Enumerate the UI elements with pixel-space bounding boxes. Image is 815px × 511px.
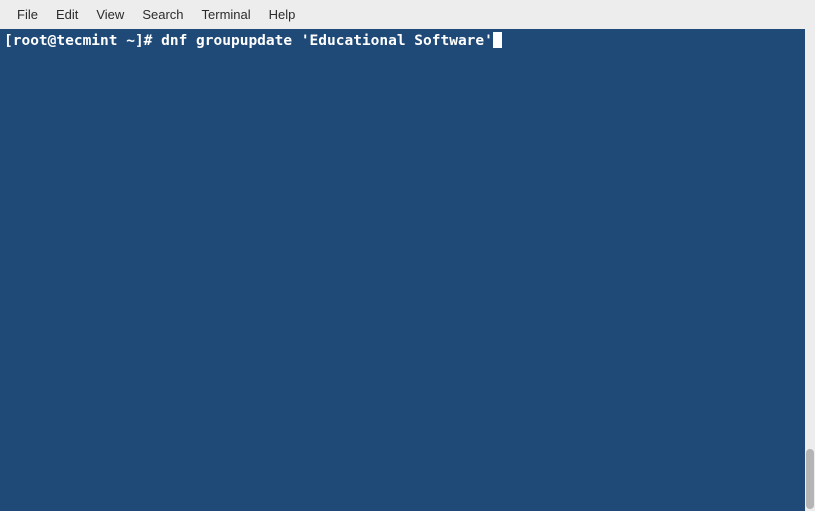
scrollbar-thumb[interactable] xyxy=(806,449,814,509)
cursor-block xyxy=(493,32,502,48)
menu-edit[interactable]: Edit xyxy=(47,3,87,26)
command-text: dnf groupupdate 'Educational Software' xyxy=(161,33,493,49)
menu-search[interactable]: Search xyxy=(133,3,192,26)
menu-view[interactable]: View xyxy=(87,3,133,26)
menu-file[interactable]: File xyxy=(8,3,47,26)
menu-help[interactable]: Help xyxy=(260,3,305,26)
shell-prompt: [root@tecmint ~]# xyxy=(4,33,161,49)
menubar: File Edit View Search Terminal Help xyxy=(0,0,815,29)
vertical-scrollbar[interactable] xyxy=(805,29,815,511)
menu-terminal[interactable]: Terminal xyxy=(193,3,260,26)
terminal-output[interactable]: [root@tecmint ~]# dnf groupupdate 'Educa… xyxy=(0,29,805,511)
